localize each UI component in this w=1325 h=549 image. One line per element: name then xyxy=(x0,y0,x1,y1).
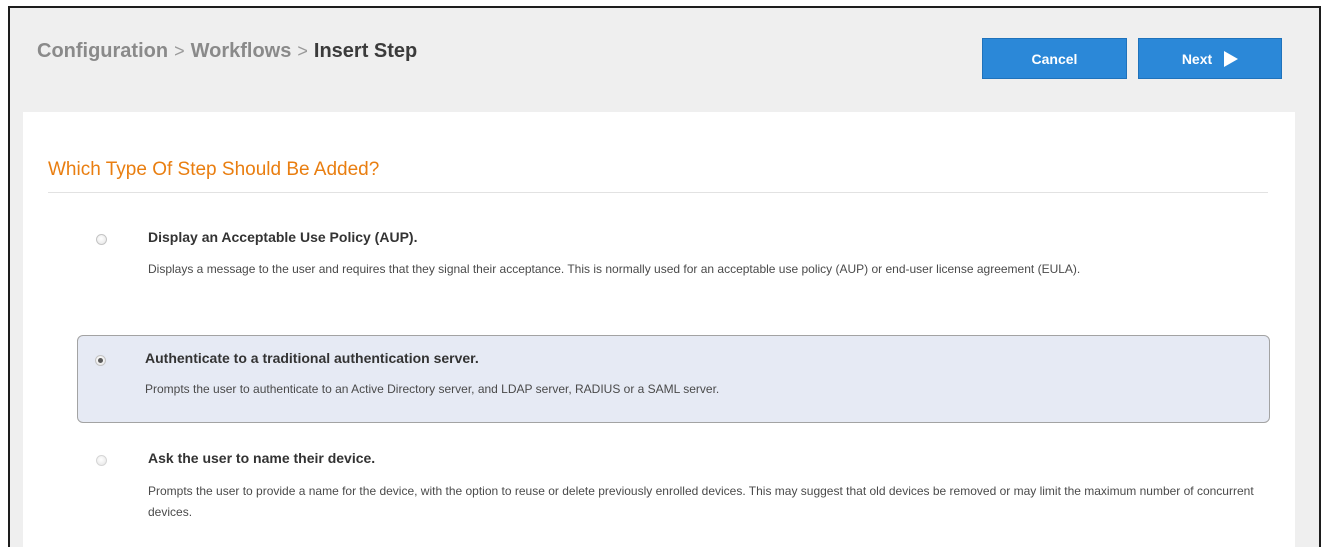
app-window: Configuration > Workflows > Insert Step Canc… xyxy=(8,6,1321,549)
breadcrumb-item-workflows[interactable]: Workflows xyxy=(191,40,292,62)
option-name-device-title: Ask the user to name their device. xyxy=(148,450,376,466)
play-arrow-icon xyxy=(1224,50,1239,67)
breadcrumb-current: Insert Step xyxy=(313,40,418,62)
breadcrumb: Configuration > Workflows > Insert Step xyxy=(37,40,417,63)
next-button-label: Next xyxy=(1181,50,1213,67)
cancel-button-label: Cancel xyxy=(1031,50,1078,67)
option-aup[interactable]: Display an Acceptable Use Policy (AUP). … xyxy=(80,219,1268,319)
cancel-button[interactable]: Cancel xyxy=(982,38,1127,79)
next-button[interactable]: Next xyxy=(1138,38,1282,79)
panel-title: Which Type Of Step Should Be Added? xyxy=(48,159,380,180)
page-header: Configuration > Workflows > Insert Step Canc… xyxy=(10,8,1319,112)
option-aup-title: Display an Acceptable Use Policy (AUP). xyxy=(148,229,418,245)
option-aup-radio[interactable] xyxy=(96,234,107,245)
option-aup-description: Displays a message to the user and requi… xyxy=(148,262,1081,276)
step-type-panel: Which Type Of Step Should Be Added? Disp… xyxy=(23,112,1295,549)
breadcrumb-separator: > xyxy=(297,41,308,61)
option-authenticate-title: Authenticate to a traditional authentica… xyxy=(145,350,479,366)
option-authenticate[interactable]: Authenticate to a traditional authentica… xyxy=(77,335,1270,423)
breadcrumb-item-configuration[interactable]: Configuration xyxy=(37,40,168,62)
title-divider xyxy=(48,192,1268,193)
option-name-device[interactable]: Ask the user to name their device. Promp… xyxy=(80,441,1268,541)
option-authenticate-radio[interactable] xyxy=(95,355,106,366)
breadcrumb-separator: > xyxy=(174,41,185,61)
option-name-device-description: Prompts the user to provide a name for t… xyxy=(148,484,1254,519)
option-authenticate-description: Prompts the user to authenticate to an A… xyxy=(145,382,720,396)
option-name-device-radio[interactable] xyxy=(96,455,107,466)
radio-selected-dot xyxy=(98,358,103,363)
